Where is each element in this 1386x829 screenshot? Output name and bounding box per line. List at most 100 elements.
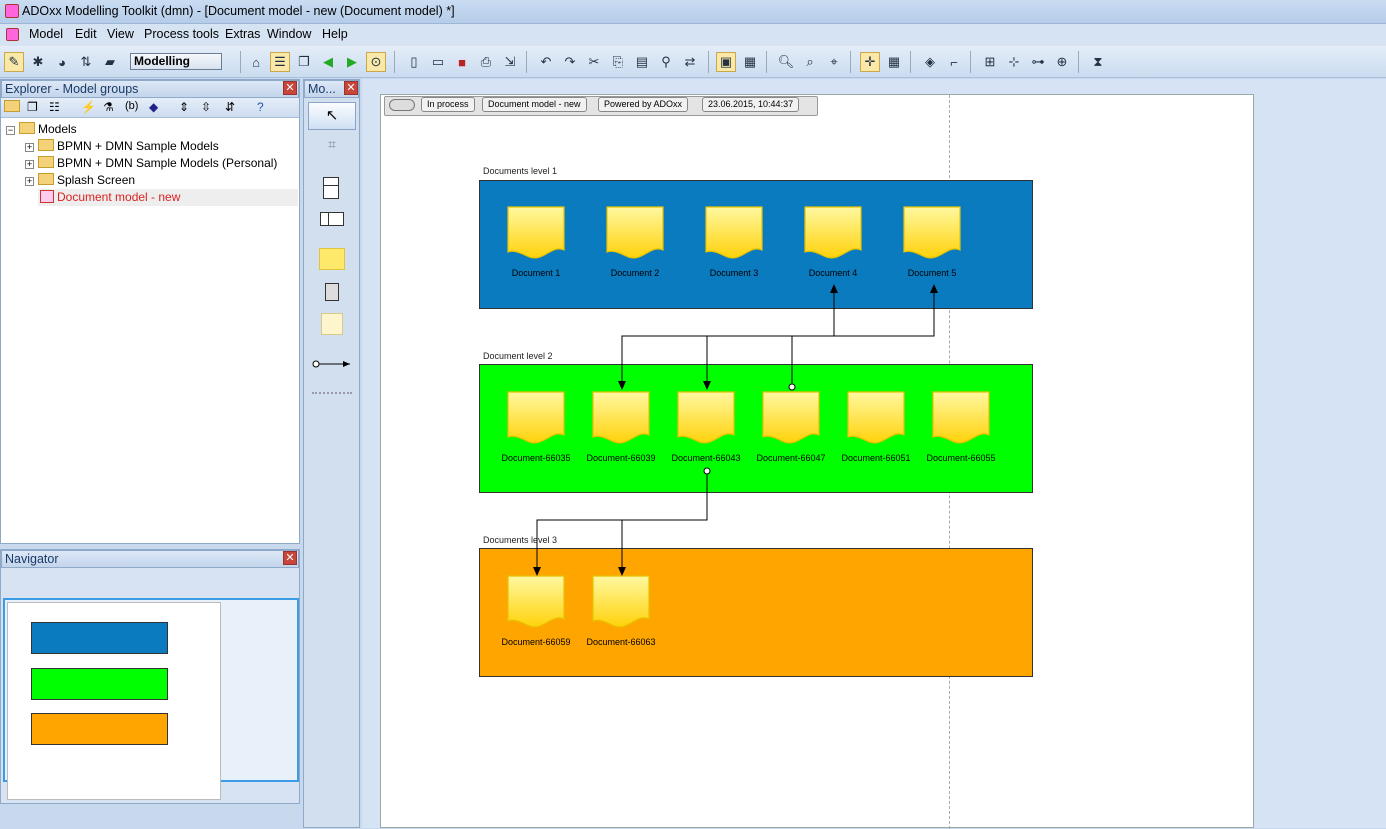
distribute-h-icon[interactable]: ⊹ [1004, 52, 1024, 72]
list-icon[interactable]: ☷ [49, 100, 60, 114]
close-icon[interactable]: ✕ [283, 81, 297, 95]
tree-item-selected[interactable]: Document model - new [38, 189, 298, 206]
expand-icon[interactable]: + [25, 143, 34, 152]
menu-view[interactable]: View [107, 27, 134, 41]
chart-icon[interactable]: ⚡ [81, 100, 96, 114]
find-icon[interactable]: ⚲ [656, 52, 676, 72]
print-icon[interactable]: ⎙ [476, 52, 496, 72]
variable-icon[interactable]: (b) [125, 100, 138, 112]
mode-selector[interactable]: Modelling [130, 53, 222, 70]
close-icon[interactable]: ✕ [283, 551, 297, 565]
tree-item[interactable]: + Splash Screen [25, 173, 135, 187]
close-icon[interactable]: ✕ [344, 81, 358, 95]
document-object[interactable] [847, 391, 905, 447]
container-icon[interactable] [325, 283, 339, 301]
export-icon[interactable]: ⇲ [500, 52, 520, 72]
document-object[interactable] [507, 206, 565, 262]
zoom-fit-icon[interactable]: ⌕ [800, 52, 820, 72]
menu-edit[interactable]: Edit [75, 27, 97, 41]
help-icon[interactable]: ? [257, 100, 264, 114]
expand-icon[interactable]: + [25, 177, 34, 186]
windows-icon[interactable]: ❐ [27, 100, 38, 114]
tree-item[interactable]: + BPMN + DMN Sample Models (Personal) [25, 156, 277, 170]
note-icon[interactable] [321, 313, 343, 335]
sort-icon[interactable]: ⇵ [225, 100, 235, 114]
tree-root[interactable]: − Models [6, 122, 77, 136]
center-icon[interactable]: ⊕ [1052, 52, 1072, 72]
save-icon[interactable]: ■ [452, 52, 472, 72]
format-icon[interactable]: ◈ [920, 52, 940, 72]
horizontal-swimlane-icon[interactable] [320, 212, 344, 226]
document-object[interactable] [932, 391, 990, 447]
modelling-mode-icon[interactable]: ✎ [4, 52, 24, 72]
menu-window[interactable]: Window [267, 27, 311, 41]
collapse-icon[interactable]: − [6, 126, 15, 135]
relation-icon[interactable] [310, 357, 354, 371]
document-icon[interactable] [319, 248, 345, 270]
forward-icon[interactable]: ▶ [342, 52, 362, 72]
hourglass-icon[interactable]: ⧗ [1088, 52, 1108, 72]
document-object[interactable] [677, 391, 735, 447]
menu-extras[interactable]: Extras [225, 27, 260, 41]
document-object[interactable] [507, 575, 565, 631]
distribute-v-icon[interactable]: ⊶ [1028, 52, 1048, 72]
grid-icon[interactable]: ✛ [860, 52, 880, 72]
document-object[interactable] [592, 391, 650, 447]
table-view-icon[interactable]: ▦ [740, 52, 760, 72]
graphic-view-icon[interactable]: ▣ [716, 52, 736, 72]
document-object[interactable] [903, 206, 961, 262]
document-object[interactable] [705, 206, 763, 262]
undo-icon[interactable]: ↶ [536, 52, 556, 72]
paste-icon[interactable]: ▤ [632, 52, 652, 72]
document-object[interactable] [507, 391, 565, 447]
menu-model[interactable]: Model [29, 27, 63, 41]
replace-icon[interactable]: ⇄ [680, 52, 700, 72]
evaluation-icon[interactable]: ⇅ [76, 52, 96, 72]
open-icon[interactable]: ▭ [428, 52, 448, 72]
cut-icon[interactable]: ✂ [584, 52, 604, 72]
tree-item[interactable]: + BPMN + DMN Sample Models [25, 139, 219, 153]
navigator-lane-3 [31, 713, 168, 745]
diamond-icon[interactable]: ◆ [149, 100, 158, 114]
menu-help[interactable]: Help [322, 27, 348, 41]
model-name-tag: Document model - new [482, 97, 587, 112]
document-label: Document 4 [808, 268, 858, 278]
align-icon[interactable]: ⊞ [980, 52, 1000, 72]
expand-icon[interactable]: ⇕ [179, 100, 189, 114]
windows-icon[interactable]: ❐ [294, 52, 314, 72]
import-export-icon[interactable]: ▰ [100, 52, 120, 72]
status-toggle-icon[interactable] [389, 99, 415, 111]
back-icon[interactable]: ◀ [318, 52, 338, 72]
zoom-select-icon[interactable]: ⌖ [824, 52, 844, 72]
document-object[interactable] [804, 206, 862, 262]
folder-icon [38, 139, 54, 151]
connector-icon[interactable]: ⌐ [944, 52, 964, 72]
simulation-icon[interactable]: ◕ [52, 52, 72, 72]
grid-lines-icon[interactable]: ▦ [884, 52, 904, 72]
vertical-swimlane-icon[interactable] [323, 177, 339, 199]
document-icon[interactable] [6, 28, 19, 41]
copy-icon[interactable]: ⎘ [608, 52, 628, 72]
zoom-icon[interactable]: 🔍︎ [776, 52, 796, 72]
new-icon[interactable]: ▯ [404, 52, 424, 72]
navigate-icon[interactable]: ⊙ [366, 52, 386, 72]
menu-process-tools[interactable]: Process tools [144, 27, 219, 41]
tree-icon[interactable]: ⚗ [103, 100, 114, 114]
dotted-relation-icon[interactable] [312, 392, 352, 394]
database-icon[interactable]: ☰ [270, 52, 290, 72]
redo-icon[interactable]: ↷ [560, 52, 580, 72]
pointer-icon[interactable]: ↖ [308, 102, 356, 130]
navigator-viewport[interactable] [3, 598, 299, 800]
document-object[interactable] [762, 391, 820, 447]
model-groups-icon[interactable] [4, 100, 20, 112]
modelling-bar: Mo... ✕ ↖ ⌗ [303, 79, 360, 828]
document-object[interactable] [606, 206, 664, 262]
collapse-icon[interactable]: ⇳ [201, 100, 211, 114]
document-object[interactable] [592, 575, 650, 631]
lane-label: Documents level 3 [483, 535, 558, 545]
crop-icon[interactable]: ⌗ [308, 136, 356, 160]
home-icon[interactable]: ⌂ [246, 52, 266, 72]
document-label: Document-66063 [586, 637, 656, 647]
expand-icon[interactable]: + [25, 160, 34, 169]
analysis-icon[interactable]: ✱ [28, 52, 48, 72]
